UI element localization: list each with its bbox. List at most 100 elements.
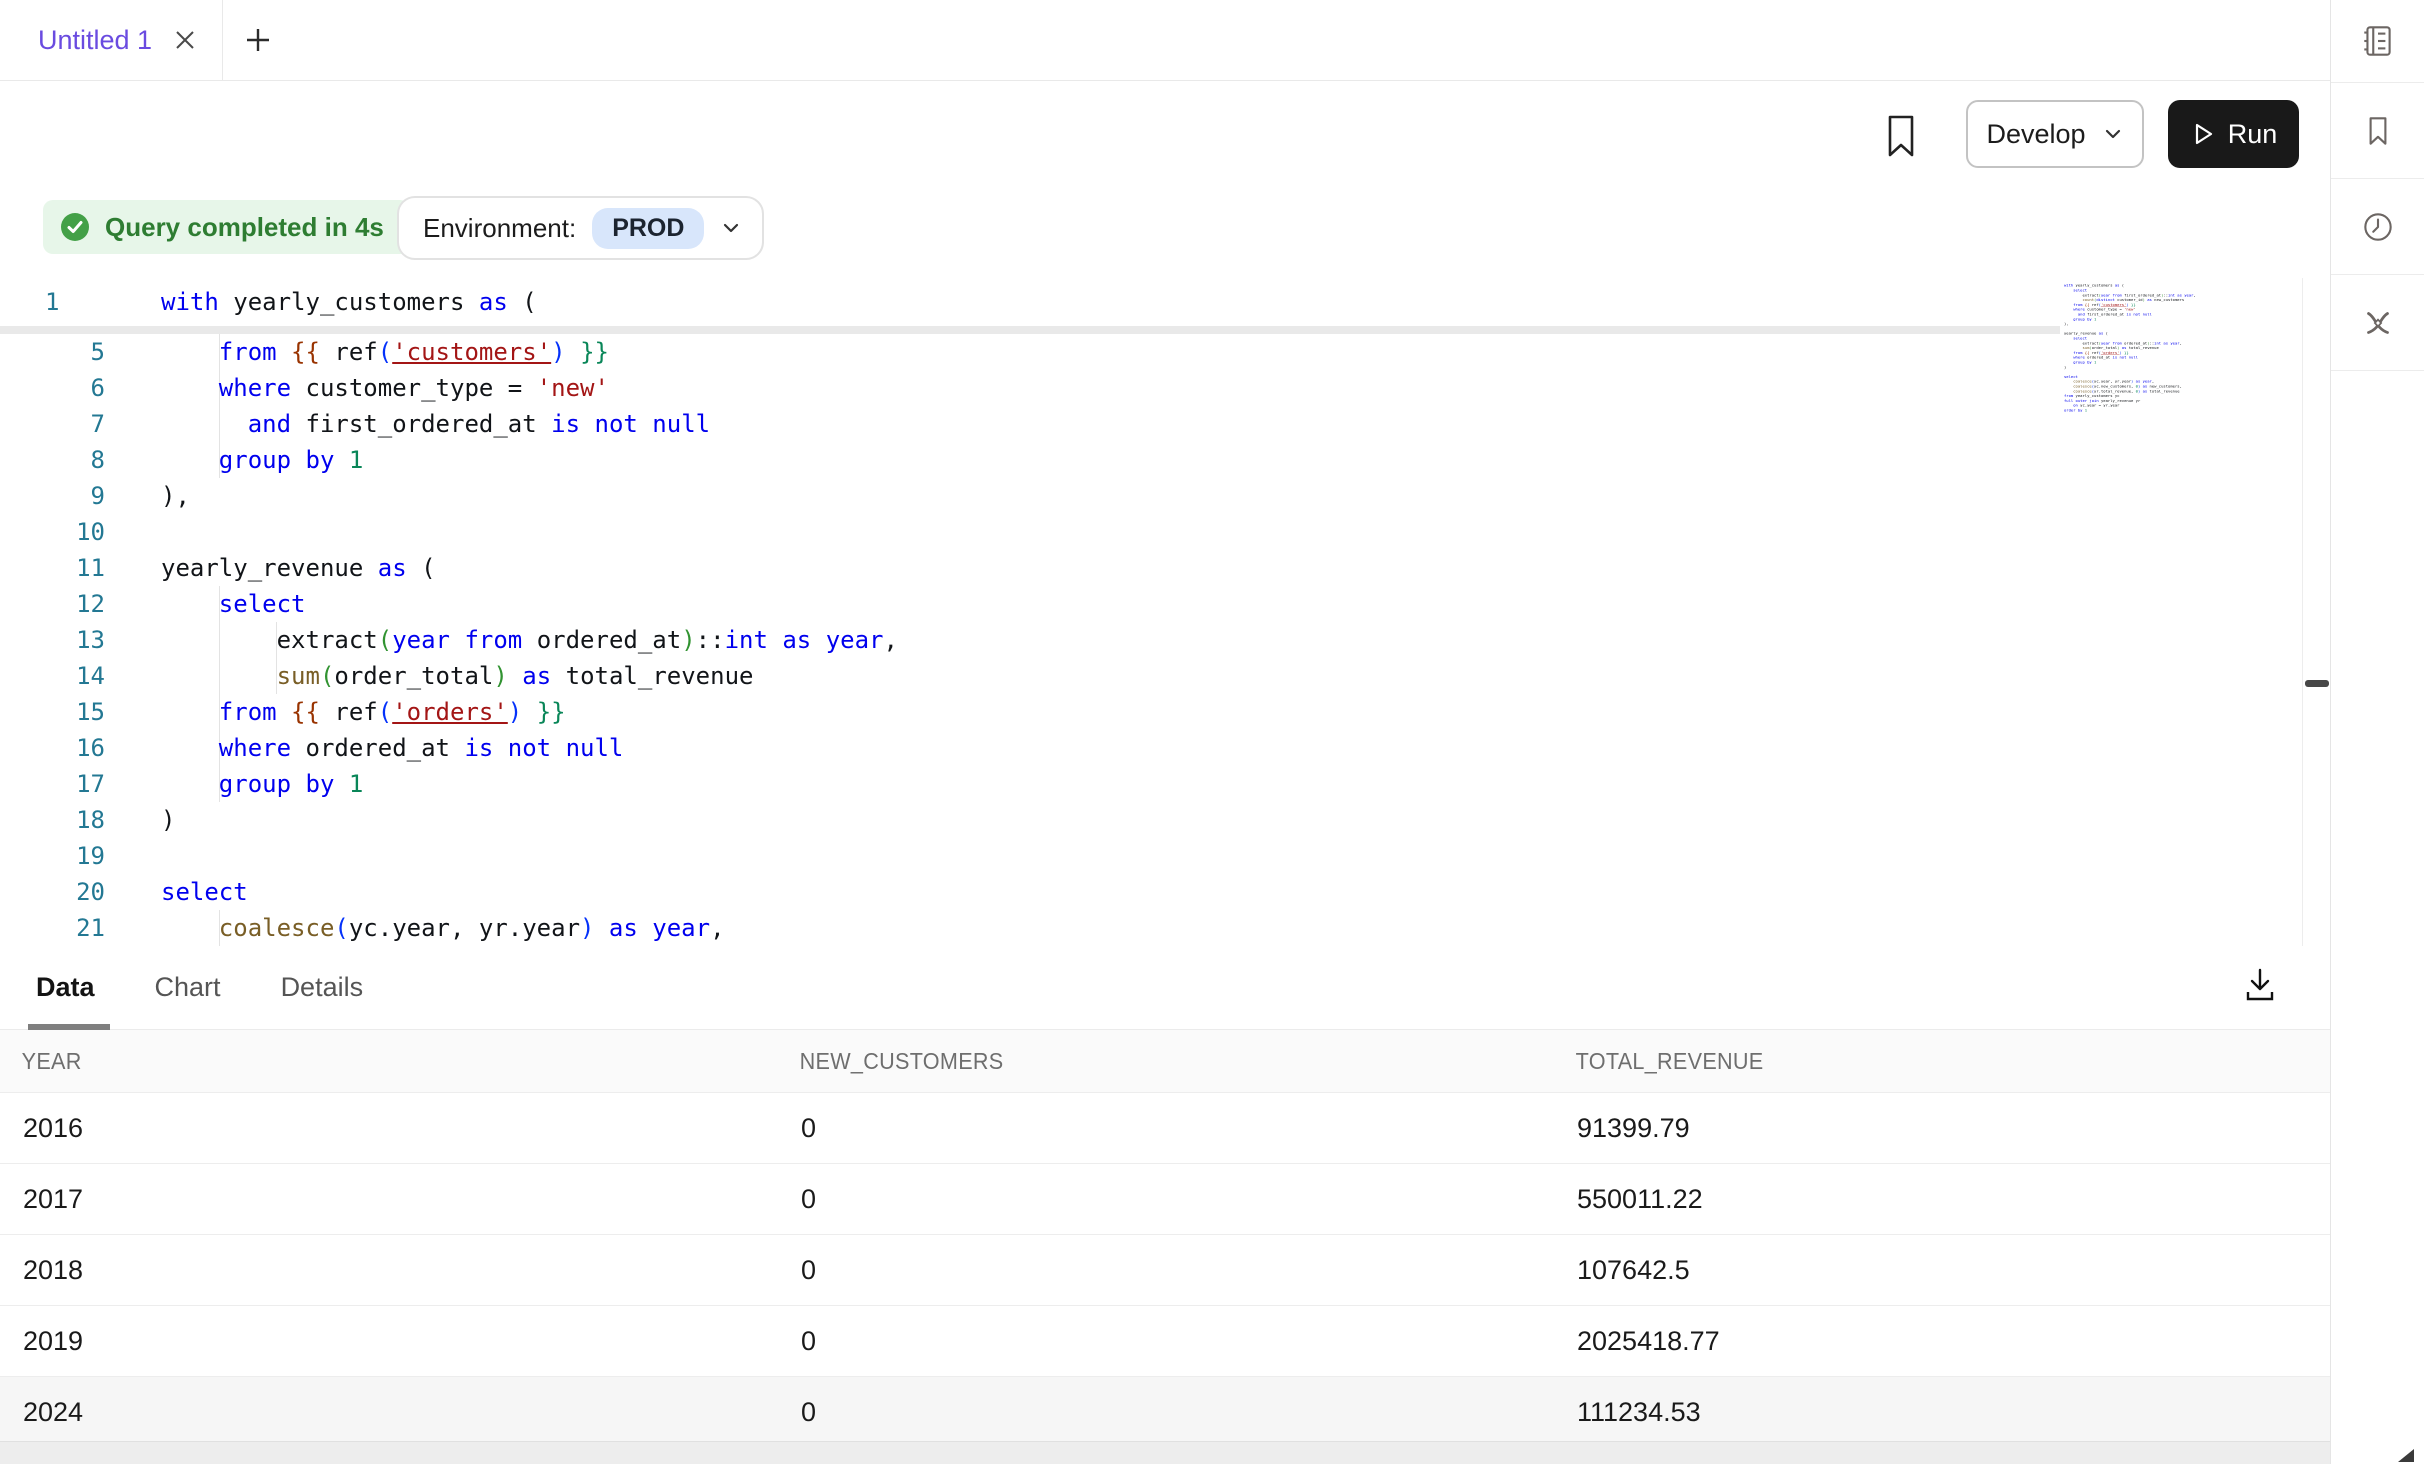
- code-token: is not null: [2126, 312, 2151, 316]
- line-number: 20: [0, 874, 105, 910]
- code-token: ref: [320, 698, 378, 726]
- code-token: ref: [320, 338, 378, 366]
- code-line[interactable]: 10: [0, 514, 2302, 550]
- code-token: ,: [710, 914, 724, 942]
- code-token: {{: [291, 338, 320, 366]
- close-icon[interactable]: [172, 27, 198, 53]
- table-cell: 107642.5: [1554, 1255, 2330, 1286]
- code-token: }}: [2131, 302, 2136, 306]
- sidebar-item-history[interactable]: [2331, 179, 2424, 275]
- run-button[interactable]: Run: [2168, 100, 2299, 168]
- code-line[interactable]: 17 group by 1: [0, 766, 2302, 802]
- code-line[interactable]: 15 from {{ ref('orders') }}: [0, 694, 2302, 730]
- horizontal-scrollbar-track[interactable]: [0, 1441, 2330, 1464]
- code-line[interactable]: 11yearly_revenue as (: [0, 550, 2302, 586]
- code-token: and: [248, 410, 291, 438]
- code-text: ),: [161, 478, 190, 514]
- code-line[interactable]: 18): [0, 802, 2302, 838]
- code-line[interactable]: 1with yearly_customers as (: [0, 278, 2302, 326]
- sidebar-item-canvas[interactable]: [2331, 275, 2424, 371]
- code-line[interactable]: 7 and first_ordered_at is not null: [0, 406, 2302, 442]
- new-tab-button[interactable]: [238, 20, 278, 60]
- table-row[interactable]: 201902025418.77: [0, 1306, 2330, 1377]
- notebook-icon: [2359, 22, 2397, 60]
- code-token: {{: [291, 698, 320, 726]
- code-token: ),: [161, 482, 190, 510]
- code-line[interactable]: 21 coalesce(yc.year, yr.year) as year,: [0, 910, 2302, 946]
- code-token: first_ordered_at: [291, 410, 551, 438]
- editor-scrollbar-track[interactable]: [2302, 278, 2331, 946]
- code-token: from: [219, 338, 277, 366]
- code-token: 'new': [2124, 307, 2136, 311]
- history-icon: [2359, 208, 2397, 246]
- table-cell: 2017: [0, 1184, 778, 1215]
- code-token: ,: [2152, 379, 2154, 383]
- environment-label: Environment:: [423, 213, 576, 244]
- code-line[interactable]: 16 where ordered_at is not null: [0, 730, 2302, 766]
- sticky-scroll-line[interactable]: 1with yearly_customers as (: [0, 278, 2302, 326]
- code-token: customer_id: [2115, 298, 2143, 302]
- resize-corner[interactable]: [2398, 1449, 2414, 1462]
- code-token: extract: [161, 626, 378, 654]
- download-button[interactable]: [2238, 960, 2282, 1010]
- line-number: 19: [0, 838, 105, 874]
- code-text: from {{ ref('orders') }}: [161, 694, 566, 730]
- code-line[interactable]: 19: [0, 838, 2302, 874]
- query-status-text: Query completed in 4s: [105, 212, 384, 243]
- code-token: total_revenue: [2126, 346, 2158, 350]
- table-row[interactable]: 20180107642.5: [0, 1235, 2330, 1306]
- right-sidebar: [2330, 0, 2424, 1464]
- tab-details[interactable]: Details: [273, 972, 372, 1003]
- environment-selector[interactable]: Environment: PROD: [397, 196, 764, 260]
- code-token: ,: [2193, 293, 2195, 297]
- editor-scrollbar-thumb[interactable]: [2305, 680, 2329, 687]
- code-token: ordered_at: [522, 626, 681, 654]
- table-cell: 91399.79: [1554, 1113, 2330, 1144]
- code-token: as: [378, 554, 407, 582]
- code-token: as: [2145, 298, 2152, 302]
- table-row[interactable]: 2016091399.79: [0, 1093, 2330, 1164]
- code-line[interactable]: 6 where customer_type = 'new': [0, 370, 2302, 406]
- sidebar-item-notebook[interactable]: [2331, 0, 2424, 83]
- code-token: [522, 698, 536, 726]
- table-row[interactable]: 20170550011.22: [0, 1164, 2330, 1235]
- code-line[interactable]: 13 extract(year from ordered_at)::int as…: [0, 622, 2302, 658]
- code-text: select: [161, 586, 306, 622]
- code-token: distinct: [2096, 298, 2114, 302]
- code-text: and first_ordered_at is not null: [161, 406, 710, 442]
- tab-chart[interactable]: Chart: [147, 972, 229, 1003]
- line-number: 13: [0, 622, 105, 658]
- table-cell: 111234.53: [1554, 1397, 2330, 1428]
- table-row[interactable]: 20240111234.53: [0, 1377, 2330, 1448]
- code-token: int as year: [725, 626, 884, 654]
- run-label: Run: [2228, 119, 2278, 150]
- code-line[interactable]: 20select: [0, 874, 2302, 910]
- code-token: ): [2064, 365, 2066, 369]
- code-line[interactable]: 12 select: [0, 586, 2302, 622]
- code-token: 'customers': [2101, 302, 2126, 306]
- code-token: as: [479, 288, 508, 316]
- code-token: ),: [2064, 322, 2069, 326]
- code-line[interactable]: 14 sum(order_total) as total_revenue: [0, 658, 2302, 694]
- tab-untitled-1[interactable]: Untitled 1: [0, 0, 222, 80]
- code-editor[interactable]: 5 from {{ ref('customers') }}6 where cus…: [0, 278, 2302, 946]
- environment-value-chip: PROD: [592, 208, 704, 249]
- sidebar-item-bookmarks[interactable]: [2331, 83, 2424, 179]
- code-line[interactable]: 9),: [0, 478, 2302, 514]
- tab-data[interactable]: Data: [28, 972, 103, 1003]
- results-panel: Data Chart Details YEAR NEW_CUSTOMERS TO…: [0, 946, 2330, 1464]
- play-icon: [2190, 121, 2216, 147]
- bookmark-button[interactable]: [1880, 110, 1922, 162]
- develop-dropdown-button[interactable]: Develop: [1966, 100, 2144, 168]
- code-line[interactable]: 8 group by 1: [0, 442, 2302, 478]
- code-token: order by: [2064, 408, 2082, 412]
- code-text: from {{ ref('customers') }}: [161, 334, 609, 370]
- code-token: [161, 338, 219, 366]
- minimap[interactable]: with yearly_customers as ( select extrac…: [2064, 283, 2202, 419]
- code-line[interactable]: 5 from {{ ref('customers') }}: [0, 334, 2302, 370]
- code-token: new_customers: [2152, 298, 2184, 302]
- code-token: [161, 734, 219, 762]
- code-token: [161, 698, 219, 726]
- results-tab-bar: Data Chart Details: [0, 946, 2330, 1030]
- code-token: as year: [2133, 379, 2151, 383]
